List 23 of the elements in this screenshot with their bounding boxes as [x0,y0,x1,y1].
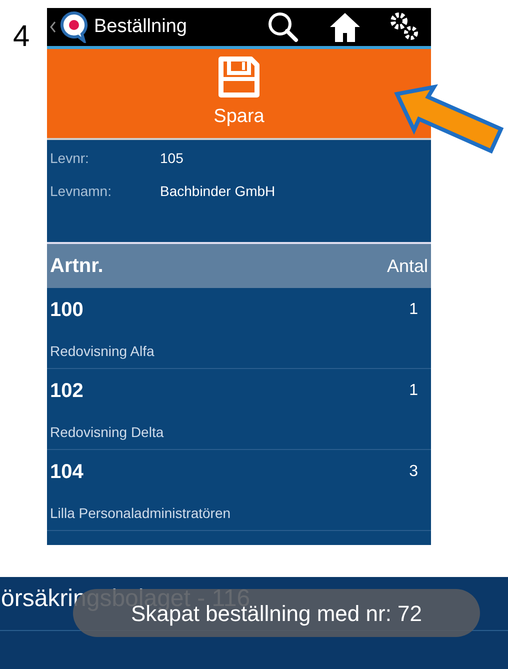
home-icon[interactable] [328,10,362,44]
field-label: Levnr: [50,149,90,168]
article-description: Lilla Personaladministratören [50,504,232,522]
quantity: 1 [409,380,418,400]
article-number: 100 [50,298,84,322]
step-number: 4 [13,20,30,53]
field-value: 105 [160,149,184,168]
order-row[interactable]: 104 3 Lilla Personaladministratören [47,450,431,531]
chat-bubble-logo-icon [60,11,88,43]
order-row[interactable]: 102 1 Redovisning Delta [47,369,431,450]
quantity: 3 [409,462,418,482]
article-description: Redovisning Delta [50,422,165,442]
back-icon[interactable] [50,21,56,33]
column-header: Antal [386,254,428,278]
field-label: Levnamn: [50,182,112,201]
quantity: 1 [409,300,418,320]
article-number: 104 [50,460,84,484]
article-description: Redovisning Alfa [50,342,156,361]
column-header: Artnr. [50,254,104,279]
field-value: Bachbinder GmbH [160,182,276,201]
app-title: Beställning [94,14,187,39]
order-row[interactable]: 100 1 Redovisning Alfa [47,288,431,369]
article-number: 102 [50,378,84,404]
